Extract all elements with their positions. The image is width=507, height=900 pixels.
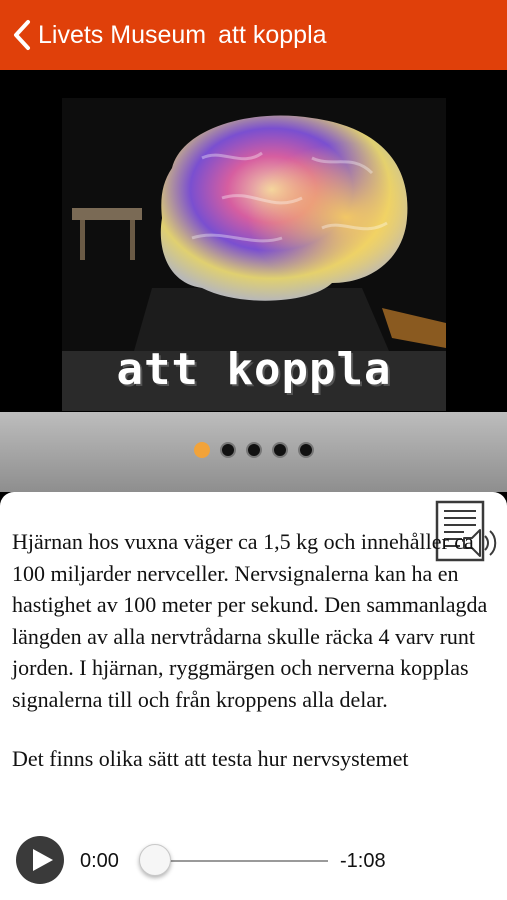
page-indicator-area (0, 412, 507, 492)
image-gallery[interactable]: att koppla (0, 70, 507, 412)
play-button[interactable] (16, 836, 64, 884)
page-title: att koppla (218, 20, 327, 49)
article-text: Hjärnan hos vuxna väger ca 1,5 kg och in… (12, 526, 492, 803)
elapsed-time: 0:00 (80, 850, 119, 872)
exhibit-photo: att koppla (62, 98, 446, 411)
back-button[interactable]: Livets Museum (0, 0, 206, 70)
article-sheet[interactable]: Hjärnan hos vuxna väger ca 1,5 kg och in… (0, 492, 507, 822)
page-dot-5[interactable] (297, 442, 314, 458)
article-paragraph: Hjärnan hos vuxna väger ca 1,5 kg och in… (12, 529, 488, 712)
page-dot-4[interactable] (271, 442, 288, 458)
chevron-left-icon (14, 20, 30, 50)
page-dot-2[interactable] (219, 442, 236, 458)
page-dot-3[interactable] (245, 442, 262, 458)
photo-caption: att koppla (116, 344, 392, 395)
page-dot-1[interactable] (193, 442, 210, 458)
progress-slider-knob[interactable] (139, 844, 171, 876)
article-paragraph: Det finns olika sätt att testa hur nervs… (12, 746, 409, 771)
play-icon (33, 849, 53, 871)
remaining-time: -1:08 (340, 850, 386, 872)
audio-player: 0:00 -1:08 (0, 822, 507, 900)
progress-track[interactable] (156, 860, 328, 862)
back-button-label: Livets Museum (38, 20, 207, 49)
page-indicator[interactable] (0, 442, 507, 458)
nav-bar: Livets Museum att koppla (0, 0, 507, 70)
